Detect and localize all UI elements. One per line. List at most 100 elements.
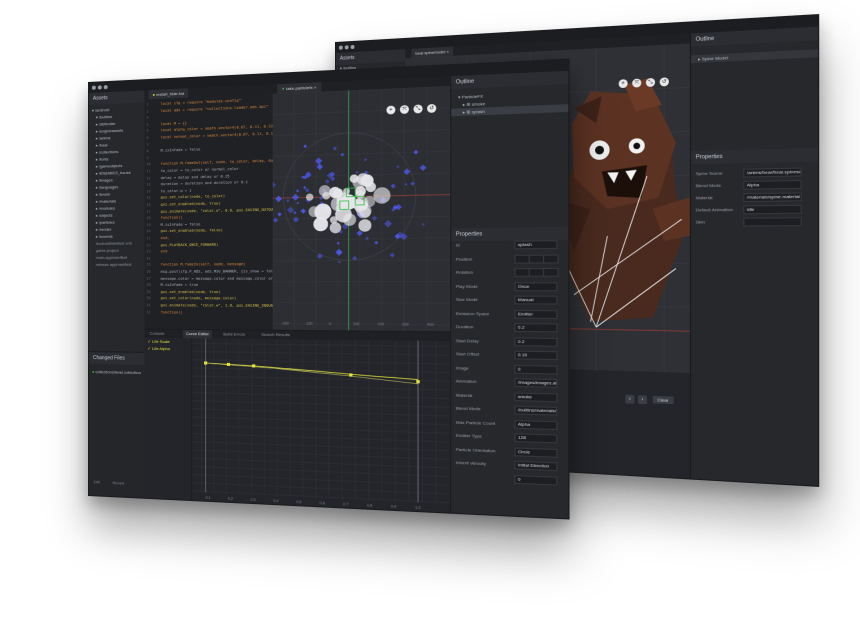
prop-vector-field[interactable]	[529, 268, 545, 277]
bottom-tab[interactable]: Curve Editor	[183, 330, 212, 339]
prop-field[interactable]: Once	[514, 282, 557, 291]
particle-smoke	[306, 193, 313, 200]
line-number: 31	[147, 303, 151, 307]
prop-field[interactable]: Circle	[514, 447, 557, 457]
bottom-tab[interactable]: Build Errors	[220, 330, 248, 339]
line-number: 27	[147, 276, 151, 280]
prop-field[interactable]: Initial Direction	[514, 461, 557, 471]
prop-field[interactable]: smoke	[514, 392, 557, 402]
prop-vector-field[interactable]	[529, 254, 545, 263]
clear-button[interactable]: Clear	[653, 396, 673, 404]
curve-control-point[interactable]	[349, 373, 352, 376]
prop-material-field[interactable]: /materials/spine.material	[743, 192, 802, 202]
prop-label: Animation	[456, 378, 477, 384]
window-control-dot[interactable]	[351, 45, 355, 49]
curve-line-life-alpha[interactable]	[206, 363, 418, 384]
particle-blue	[292, 194, 299, 201]
prop-label: Particle Orientation	[456, 446, 496, 453]
particle-blue	[287, 206, 294, 213]
prop-field[interactable]: /images/images.atlas	[514, 378, 557, 388]
prop-field[interactable]: 0.2	[514, 337, 557, 346]
prop-vector-field[interactable]	[543, 268, 559, 277]
prev-button[interactable]: ‹	[625, 395, 634, 404]
front-right-pane: Outline ▾ ParticleFX ▸ ⊞ smoke ▸ ⊞ splas…	[450, 71, 569, 519]
next-button[interactable]: ›	[638, 395, 647, 404]
prop-label: Material	[456, 392, 473, 398]
prop-field[interactable]: Alpha	[514, 419, 557, 429]
prop-skin-select[interactable]	[743, 217, 802, 226]
prop-vector-field[interactable]	[514, 268, 529, 277]
particle-blue	[338, 261, 341, 264]
prop-vector-field[interactable]	[543, 254, 559, 263]
particle-blue	[337, 242, 340, 245]
prop-blend-mode-select[interactable]: Alpha	[743, 180, 802, 190]
line-number: 9	[147, 156, 149, 160]
prop-label: Id	[456, 242, 460, 247]
curve-graph[interactable]: 0.1 0.2 0.3 0.4 0.5 0.6 0.7 0.8 0.9 1.0	[191, 338, 450, 514]
prop-field[interactable]: 0.15	[514, 351, 557, 360]
prop-vector-field[interactable]	[514, 254, 529, 263]
prop-field[interactable]: 0	[514, 364, 557, 374]
window-control-dot[interactable]	[104, 85, 108, 89]
curve-control-point[interactable]	[227, 363, 230, 366]
particle-blue	[303, 144, 307, 148]
prop-field[interactable]: Emitter	[514, 309, 557, 318]
outline-item-spine-model[interactable]: ▸ Spine Model	[691, 49, 819, 63]
particle-blue	[372, 216, 377, 221]
particle-blue	[293, 217, 299, 223]
code-editor[interactable]: 1 local cfg = require "modules.config" 2 lo…	[144, 94, 272, 330]
changed-file-item[interactable]: ● collections/level.collection	[89, 368, 145, 376]
curve-label: Life Scale	[152, 339, 170, 344]
curve-tick-label: 0.7	[343, 502, 348, 507]
prop-field[interactable]: Manual	[514, 296, 557, 305]
curve-control-point[interactable]	[416, 380, 419, 383]
prop-default-animation-select[interactable]: idle	[743, 205, 802, 215]
particle-blue	[273, 218, 278, 223]
particle-blue	[333, 146, 337, 150]
revert-button[interactable]: Revert	[113, 480, 125, 486]
prop-label: Image	[456, 365, 469, 371]
window-control-dot[interactable]	[92, 86, 96, 90]
window-control-dot[interactable]	[339, 46, 343, 50]
tab-label: take.particlefx	[286, 85, 313, 91]
curve-item-life-alpha[interactable]: ✓ Life Alpha	[144, 345, 191, 353]
line-number: 13	[147, 183, 151, 187]
prop-field[interactable]: /builtins/materials/particlefx.material	[514, 406, 557, 416]
prop-label: Position	[456, 256, 473, 262]
particle-blue	[391, 184, 396, 189]
curve-tick-label: 0.4	[273, 499, 278, 503]
prop-label: Inherit Velocity	[456, 460, 486, 467]
prop-field[interactable]: 128	[514, 433, 557, 443]
curve-control-point[interactable]	[204, 361, 207, 364]
line-number: 5	[147, 129, 149, 133]
curve-control-point[interactable]	[252, 364, 255, 367]
prop-field[interactable]: 0	[514, 474, 557, 485]
code-line: function()	[161, 310, 183, 314]
window-control-dot[interactable]	[98, 85, 102, 89]
window-control-dot[interactable]	[345, 45, 349, 49]
prop-field[interactable]: 0.2	[514, 323, 557, 332]
code-line: gui.set_enabled(node, true)	[161, 290, 221, 294]
particle-blue	[335, 249, 342, 256]
particle-blue	[305, 188, 309, 192]
line-number: 11	[147, 169, 151, 173]
prop-label: Duration	[456, 324, 474, 330]
particle-blue	[365, 236, 369, 240]
particle-viewport[interactable]: + ⤧ ⤡ ↺ -200 -100 0 100 200 300 400	[273, 86, 450, 331]
code-line: gui.set_color(node, message.color)	[161, 297, 237, 301]
diff-button[interactable]: Diff	[94, 479, 100, 484]
particle-blue	[405, 183, 408, 186]
prop-field[interactable]: splash	[514, 240, 557, 249]
line-number: 24	[147, 256, 151, 260]
particle-blue	[374, 241, 378, 245]
particle-blue	[277, 212, 281, 216]
prop-spine-scene-field[interactable]: /anims/bear/bear.spinescene	[743, 167, 802, 177]
prop-label: Size Mode	[456, 297, 478, 302]
tree-item[interactable]: release.appmanifest	[92, 261, 145, 268]
code-line: M.isInFade = true	[161, 283, 199, 287]
tab-label: restart_hide.lua	[156, 91, 184, 97]
bottom-tab[interactable]: Console	[147, 330, 168, 338]
particle-blue	[273, 181, 276, 188]
curve-tick-label: 0.1	[206, 496, 211, 500]
properties-title: Properties	[451, 227, 569, 242]
